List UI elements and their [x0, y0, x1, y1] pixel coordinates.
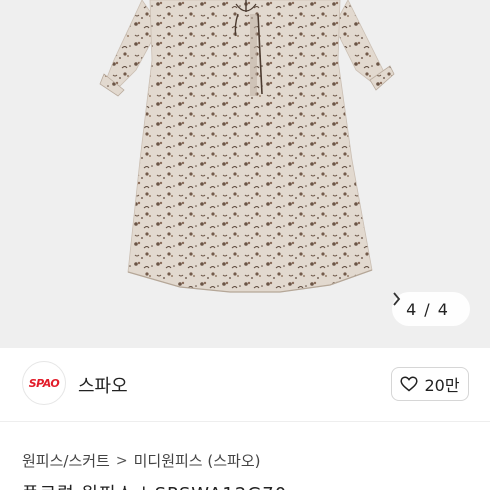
- product-title: 플로럴 원피스 | SPSWA12G70: [22, 480, 287, 490]
- like-button[interactable]: 20만: [391, 367, 469, 401]
- chevron-right-icon: >: [115, 452, 128, 469]
- like-count: 20만: [424, 376, 460, 395]
- image-counter[interactable]: 4 / 4: [392, 292, 470, 326]
- image-counter-current: 4: [406, 299, 417, 319]
- image-counter-total: 4: [437, 299, 448, 319]
- product-image-carousel[interactable]: 4 / 4: [0, 0, 490, 348]
- breadcrumb: 원피스/스커트 > 미디원피스 (스파오): [22, 450, 260, 471]
- heart-outline-icon: [400, 376, 419, 392]
- brand-name[interactable]: 스파오: [78, 372, 128, 398]
- brand-row[interactable]: SPAO 스파오 20만: [0, 348, 490, 422]
- breadcrumb-item-subcategory[interactable]: 미디원피스 (스파오): [134, 450, 261, 471]
- brand-logo-text: SPAO: [28, 376, 60, 390]
- breadcrumb-item-category[interactable]: 원피스/스커트: [22, 450, 110, 471]
- image-counter-divider: /: [424, 299, 430, 319]
- brand-logo[interactable]: SPAO: [22, 361, 66, 405]
